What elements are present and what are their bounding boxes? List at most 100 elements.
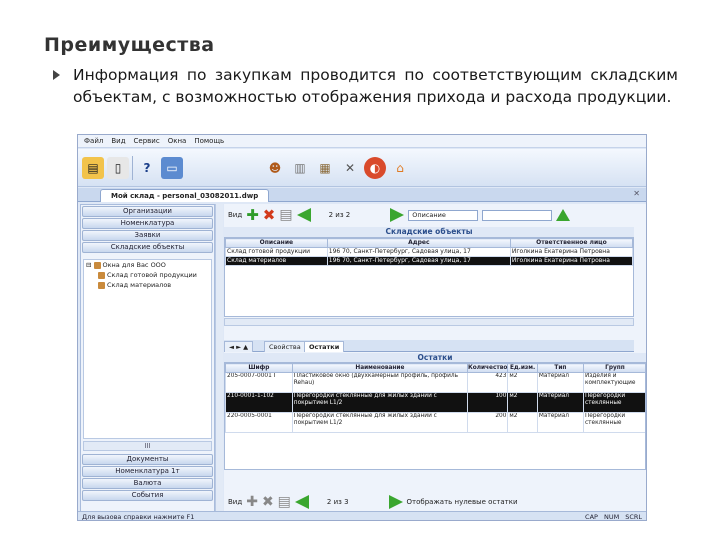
next-arrow-icon[interactable] [390,208,405,222]
column-header[interactable]: Шифр [225,363,293,373]
monitor-icon[interactable]: ▭ [161,157,183,179]
tree-label: Окна для Вас ООО [102,261,166,269]
add-icon[interactable]: ✚ [246,206,259,224]
sidebar-item-organizations[interactable]: Организации [82,206,213,217]
boxes-icon[interactable]: ▦ [314,157,336,179]
warehouse-tree: ⊟ Окна для Вас ООО Склад готовой продукц… [83,259,212,439]
delete-icon: ✖ [261,494,274,510]
table-cell: 100 [466,392,509,413]
tab-nav-arrows[interactable]: ◄ ► ▲ [224,341,254,352]
objects-table: Описание Адрес Ответственное лицо Склад … [225,238,634,266]
document-tab[interactable]: Мой склад - personal_03082011.dwp [100,189,270,202]
column-header[interactable]: Ед.изм. [507,363,538,373]
table-row[interactable]: 205-0007-0001 Г Пластиковое окно (двухка… [225,372,645,393]
warehouse-icon[interactable]: ▥ [289,157,311,179]
status-hint: Для вызова справки нажмите F1 [82,513,195,521]
menu-service[interactable]: Сервис [134,137,160,145]
tab-properties[interactable]: Свойства [264,341,306,352]
tree-label: Склад готовой продукции [107,271,197,279]
table-cell: Перегородки стеклянные [582,412,645,433]
prev-arrow-icon[interactable] [294,495,309,509]
page-indicator: 2 из 3 [326,498,349,506]
sidebar-item-documents[interactable]: Документы [82,454,213,465]
status-bar: Для вызова справки нажмите F1 CAP NUM SC… [78,511,646,521]
help-icon[interactable]: ? [136,157,158,179]
users-icon[interactable]: ☻ [264,157,286,179]
home-icon[interactable]: ⌂ [389,157,411,179]
table-cell: Склад материалов [225,256,328,266]
view-dropdown[interactable]: Вид [228,498,242,506]
main-panel: Вид ✚ ✖ ▤ 2 из 2 Описание Складские объе… [224,204,646,520]
sidebar-item-requests[interactable]: Заявки [82,230,213,241]
tree-node-materials[interactable]: Склад материалов [84,280,211,290]
table-cell: м2 [507,372,538,393]
column-header[interactable]: Ответственное лицо [509,238,634,248]
main-toolbar: ▤ ▯ ? ▭ ☻ ▥ ▦ ✕ ◐ ⌂ [78,149,646,187]
warehouse-icon [98,271,105,279]
bullet-item: Информация по закупкам проводится по соо… [53,64,678,108]
objects-toolbar: Вид ✚ ✖ ▤ 2 из 2 Описание [224,204,646,226]
stock-table: Шифр Наименование Количество Ед.изм. Тип… [225,363,645,433]
bullet-text: Информация по закупкам проводится по соо… [73,66,678,106]
table-row[interactable]: Склад готовой продукции 196 70, Санкт-Пе… [225,247,634,257]
menu-view[interactable]: Вид [111,137,125,145]
table-cell: Пластиковое окно (двухкамерный профиль, … [291,372,469,393]
status-cap: CAP [585,513,598,521]
sidebar-splitter[interactable] [215,204,223,520]
menu-bar: Файл Вид Сервис Окна Помощь [78,135,646,148]
column-header[interactable]: Групп [582,363,645,373]
toolbar-group-left: ▤ ▯ ? ▭ [82,154,183,182]
tab-stock[interactable]: Остатки [304,341,345,352]
column-header[interactable]: Наименование [291,363,469,373]
menu-file[interactable]: Файл [84,137,103,145]
menu-help[interactable]: Помощь [194,137,224,145]
column-header[interactable]: Описание [225,238,328,248]
sidebar-item-events[interactable]: События [82,490,213,501]
view-dropdown[interactable]: Вид [228,211,242,219]
chart-icon[interactable]: ◐ [364,157,386,179]
column-header[interactable]: Количество [466,363,509,373]
up-arrow-icon[interactable] [556,209,571,221]
column-header[interactable]: Тип [536,363,584,373]
sidebar-scrollbar[interactable]: III [83,441,212,451]
close-icon[interactable]: ✕ [633,189,640,198]
sidebar-item-nomenclature[interactable]: Номенклатура [82,218,213,229]
document-icon[interactable]: ▯ [107,157,129,179]
edit-icon[interactable]: ▤ [279,207,292,223]
table-cell: Перегородки стеклянные для жилых зданий … [291,412,469,433]
slide-title: Преимущества [44,34,215,56]
table-row[interactable]: 220-0005-0001 Перегородки стеклянные для… [225,412,645,433]
sidebar-item-warehouse-objects[interactable]: Складские объекты [82,242,213,253]
detail-tabs: ◄ ► ▲ Свойства Остатки [224,340,634,352]
table-cell: Склад готовой продукции [225,247,328,257]
filter-value-input[interactable] [482,209,553,221]
toolbar-group-right: ☻ ▥ ▦ ✕ ◐ ⌂ [264,154,411,182]
document-tabbar: Мой склад - personal_03082011.dwp ✕ [78,188,646,202]
sidebar-item-nomenclature-1t[interactable]: Номенклатура 1т [82,466,213,477]
table-cell: 205-0007-0001 Г [225,372,293,393]
sidebar-item-currency[interactable]: Валюта [82,478,213,489]
menu-windows[interactable]: Окна [168,137,187,145]
tree-node-root[interactable]: ⊟ Окна для Вас ООО [84,260,211,270]
next-arrow-icon[interactable] [388,495,403,509]
table-row[interactable]: 210-0001-1-102 Перегородки стеклянные дл… [225,392,645,413]
add-icon: ✚ [246,494,258,510]
show-zero-stock-toggle[interactable]: Отображать нулевые остатки [407,498,518,506]
column-header[interactable]: Адрес [326,238,511,248]
app-window: Файл Вид Сервис Окна Помощь ▤ ▯ ? ▭ ☻ ▥ … [77,134,647,521]
tools-icon[interactable]: ✕ [339,157,361,179]
sidebar: Организации Номенклатура Заявки Складски… [80,204,215,520]
open-folder-icon[interactable]: ▤ [82,157,104,179]
stock-grid: Шифр Наименование Количество Ед.изм. Тип… [224,362,646,470]
table-row[interactable]: Склад материалов 196 70, Санкт-Петербург… [225,256,634,266]
objects-grid-scrollbar[interactable] [224,318,634,326]
table-cell: 220-0005-0001 [225,412,293,433]
stock-toolbar: Вид ✚ ✖ ▤ 2 из 3 Отображать нулевые оста… [224,492,646,512]
prev-arrow-icon[interactable] [296,208,311,222]
filter-field-select[interactable]: Описание [408,209,479,221]
delete-icon[interactable]: ✖ [263,206,276,224]
tree-label: Склад материалов [107,281,172,289]
table-cell: 196 70, Санкт-Петербург, Садовая улица, … [326,247,511,257]
table-header: Описание Адрес Ответственное лицо [225,238,634,248]
tree-node-finished-goods[interactable]: Склад готовой продукции [84,270,211,280]
